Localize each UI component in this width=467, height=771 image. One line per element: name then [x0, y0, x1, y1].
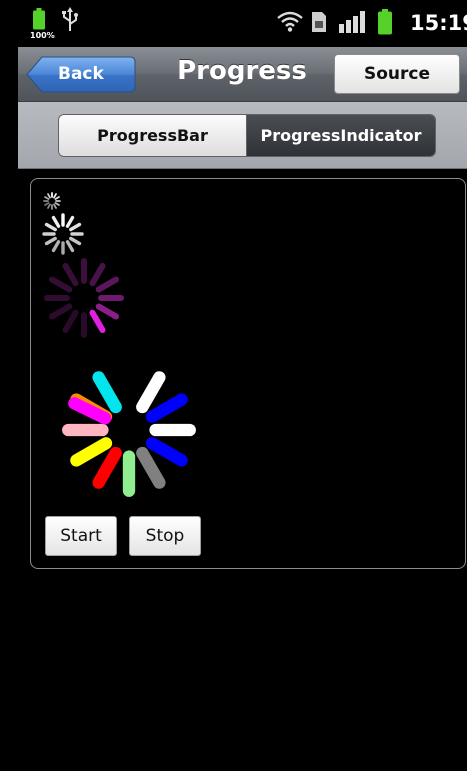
back-button-label: Back	[58, 64, 104, 84]
page-title: Progress	[177, 56, 307, 86]
color-spinner-icon	[62, 371, 196, 497]
progress-indicator-panel: Start Stop	[30, 178, 466, 569]
tab-bar: ProgressBar ProgressIndicator	[18, 102, 467, 169]
battery-full-icon	[378, 9, 392, 39]
sim-card-icon	[312, 12, 326, 36]
back-button[interactable]: Back	[26, 56, 136, 93]
navigation-bar: Back Progress Source	[18, 47, 467, 102]
source-button[interactable]: Source	[334, 54, 460, 94]
status-bar: 100% 15:1	[18, 0, 467, 47]
usb-icon	[62, 7, 78, 37]
small-spinner-icon	[43, 192, 61, 210]
signal-strength-icon	[339, 11, 365, 37]
purple-spinner-icon	[44, 258, 124, 338]
stop-button[interactable]: Stop	[129, 516, 201, 556]
tab-progressbar[interactable]: ProgressBar	[59, 115, 247, 156]
tab-progressindicator[interactable]: ProgressIndicator	[247, 115, 435, 156]
medium-spinner-icon	[42, 213, 84, 255]
status-clock: 15:19	[410, 11, 467, 35]
screen: 100% 15:1 Back Progress Source ProgressB…	[18, 0, 467, 771]
start-button[interactable]: Start	[45, 516, 117, 556]
battery-percent-text: 100%	[30, 31, 55, 40]
segmented-control: ProgressBar ProgressIndicator	[58, 114, 436, 157]
wifi-icon	[276, 10, 304, 36]
